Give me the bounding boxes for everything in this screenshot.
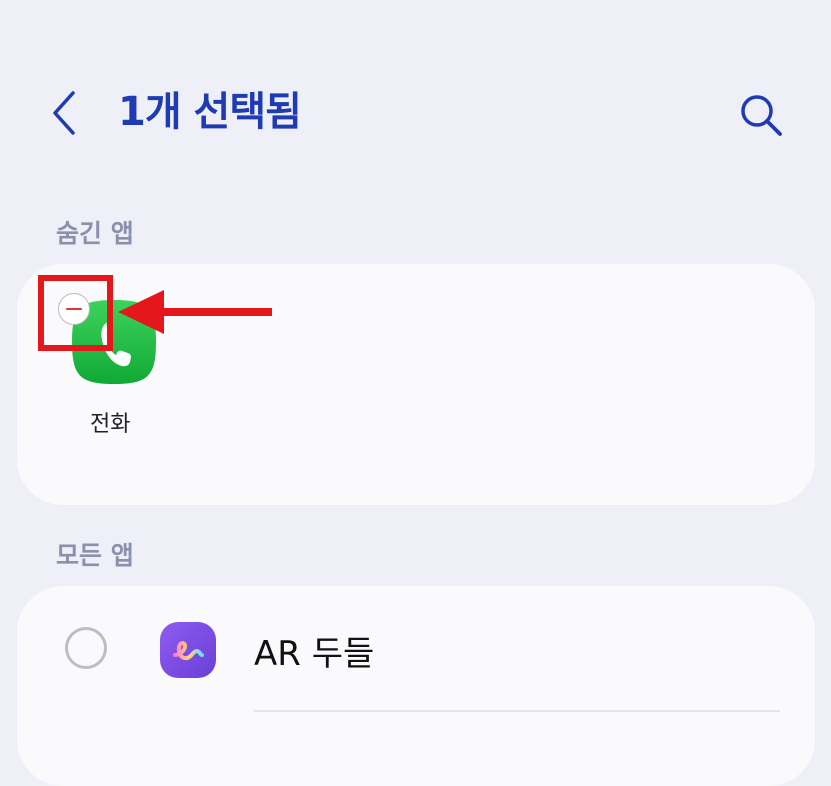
section-label-hidden-apps: 숨긴 앱	[56, 219, 134, 248]
chevron-left-icon	[53, 91, 75, 135]
ar-doodle-app-icon	[160, 622, 216, 678]
select-radio[interactable]	[65, 627, 107, 669]
app-label: AR 두들	[254, 634, 375, 674]
annotation-highlight-box	[38, 275, 113, 351]
search-button[interactable]	[734, 88, 788, 142]
list-divider	[254, 710, 780, 712]
search-icon	[741, 95, 782, 136]
app-bar: 1개 선택됨	[0, 0, 831, 230]
section-label-all-apps: 모든 앱	[56, 541, 134, 570]
annotation-arrow-icon	[118, 290, 272, 334]
page-title: 1개 선택됨	[118, 89, 302, 135]
list-item-ar-doodle[interactable]	[17, 600, 815, 700]
app-label: 전화	[90, 412, 131, 437]
back-button[interactable]	[40, 86, 88, 140]
